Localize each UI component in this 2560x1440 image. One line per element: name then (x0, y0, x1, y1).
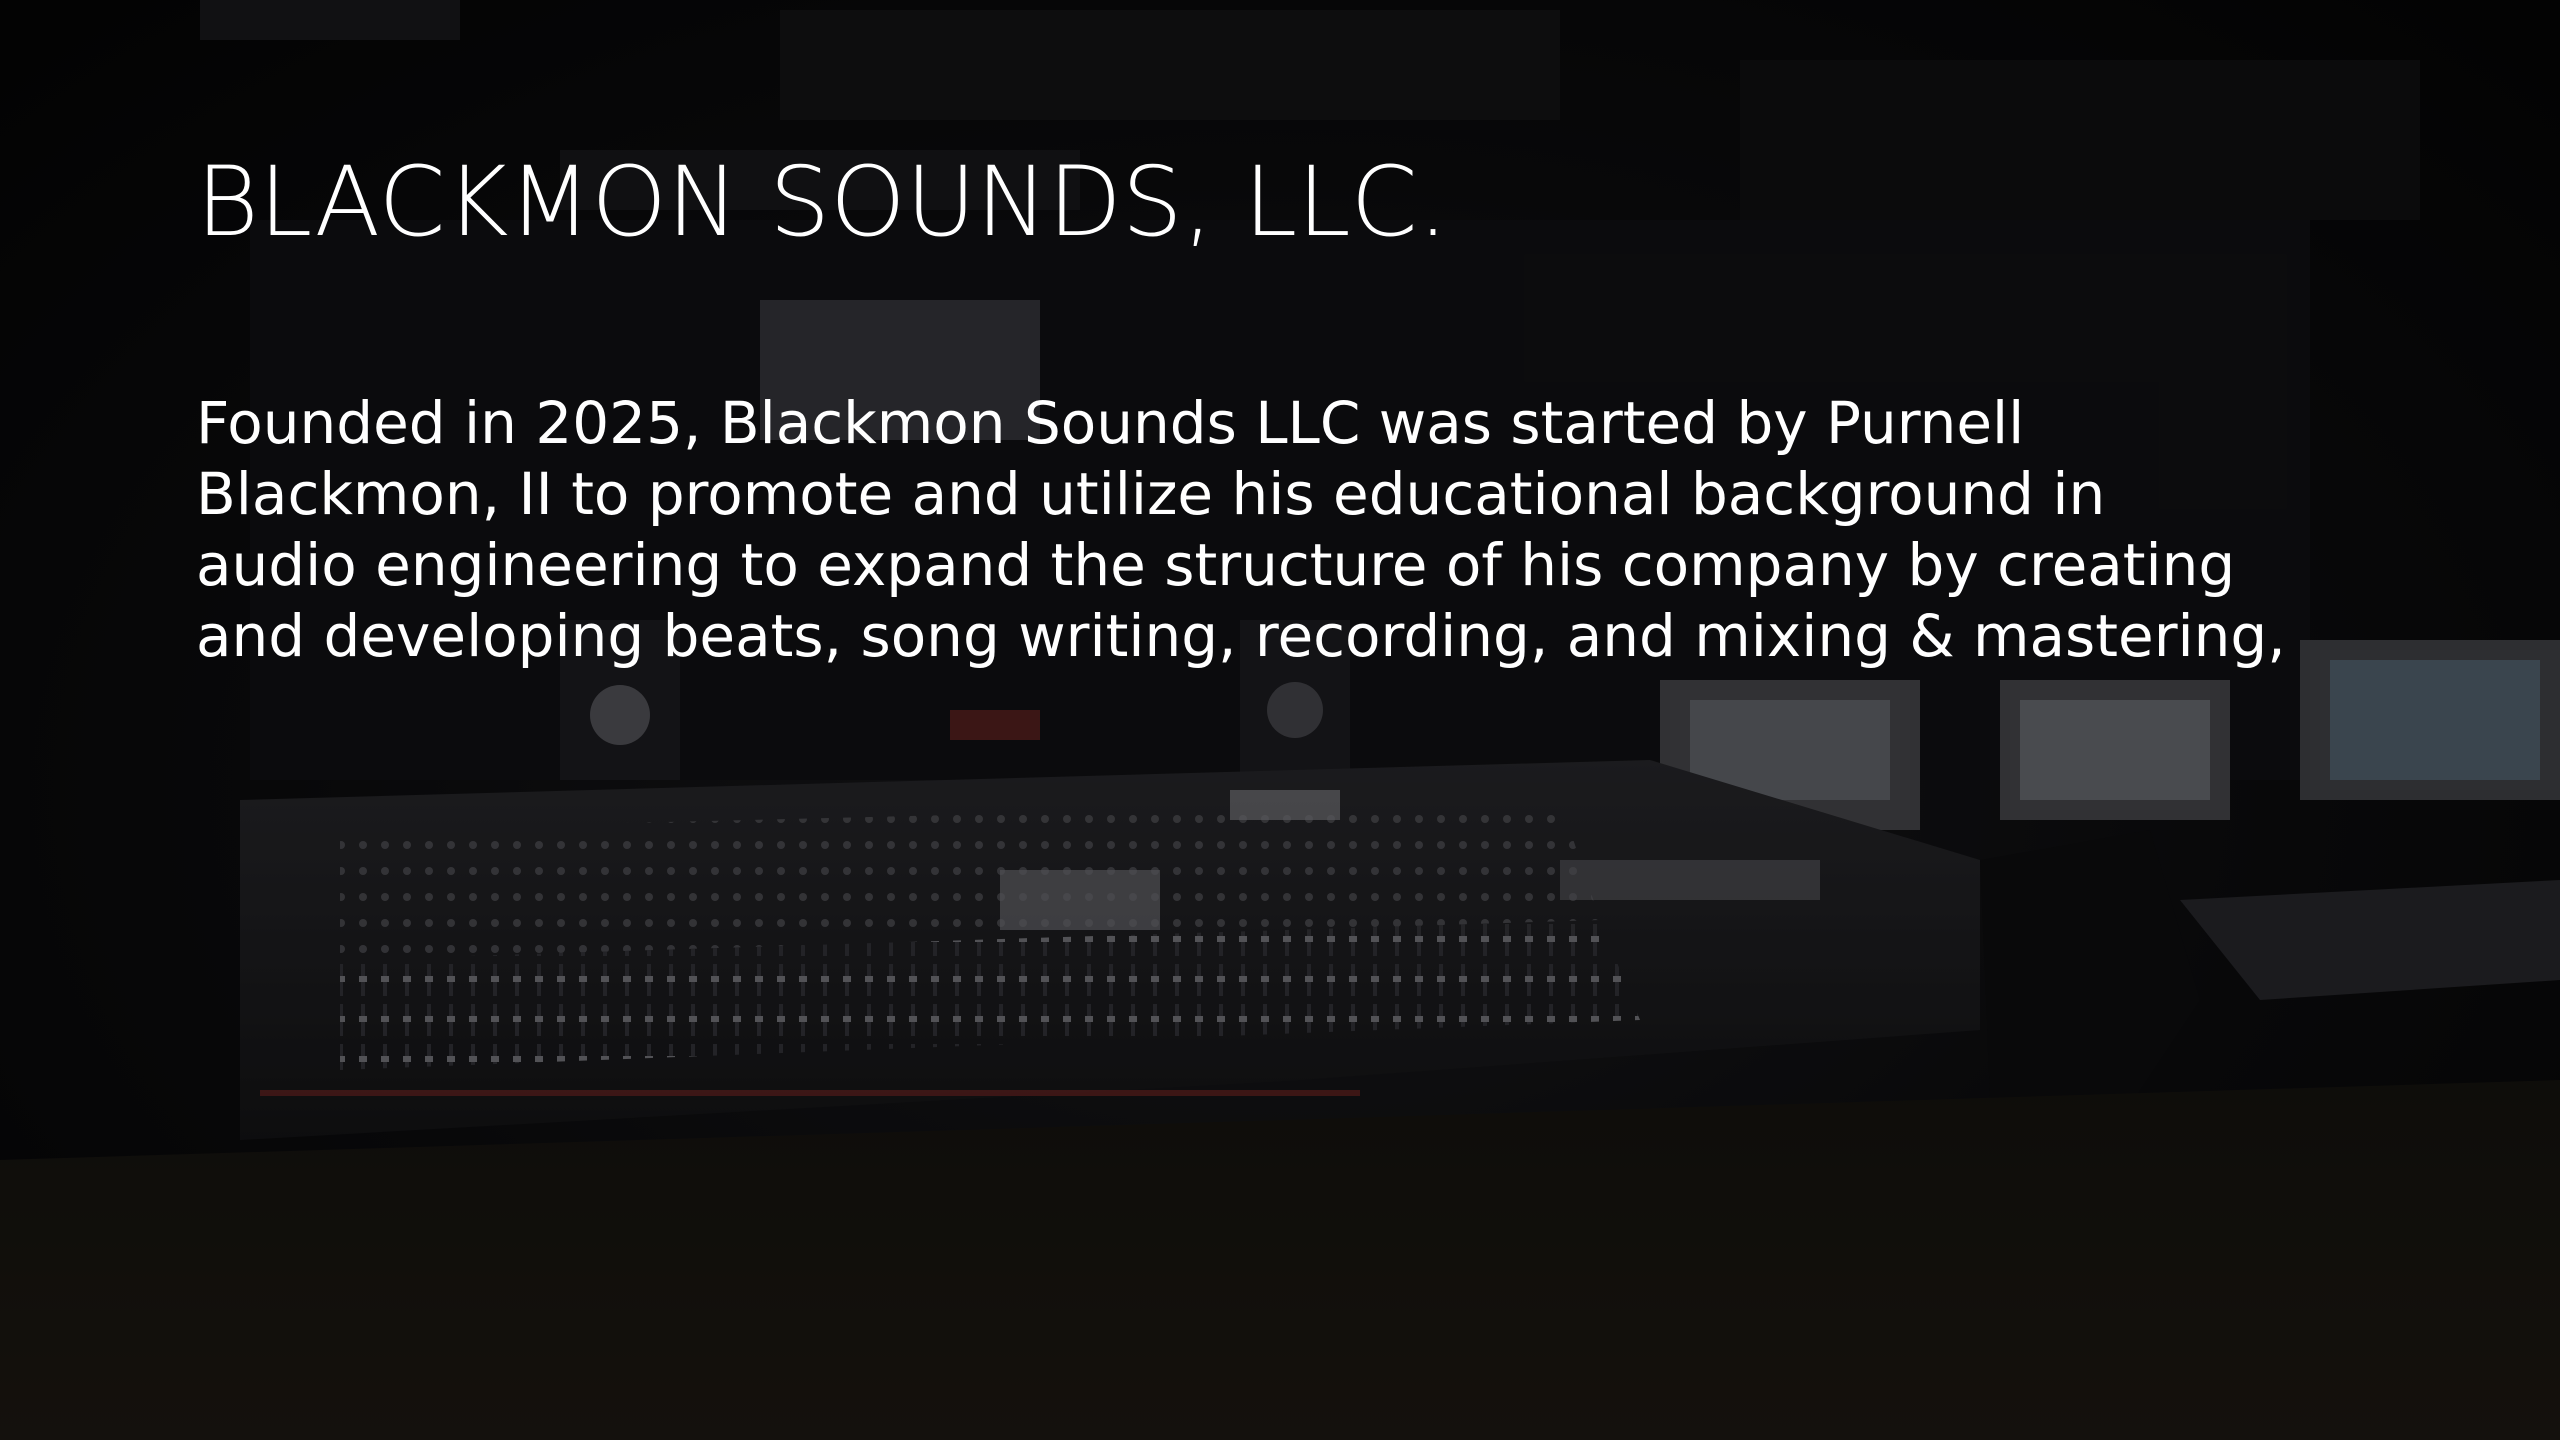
body-line: audio engineering to expand the structur… (196, 531, 2236, 599)
slide: BLACKMON SOUNDS, LLC. Founded in 2025, B… (0, 0, 2560, 1440)
slide-body: Founded in 2025, Blackmon Sounds LLC was… (196, 388, 2446, 672)
body-line: Founded in 2025, Blackmon Sounds LLC was… (196, 389, 2025, 457)
body-line: Blackmon, II to promote and utilize his … (196, 460, 2106, 528)
slide-title: BLACKMON SOUNDS, LLC. (196, 146, 1449, 258)
body-line: and developing beats, song writing, reco… (196, 602, 2286, 670)
